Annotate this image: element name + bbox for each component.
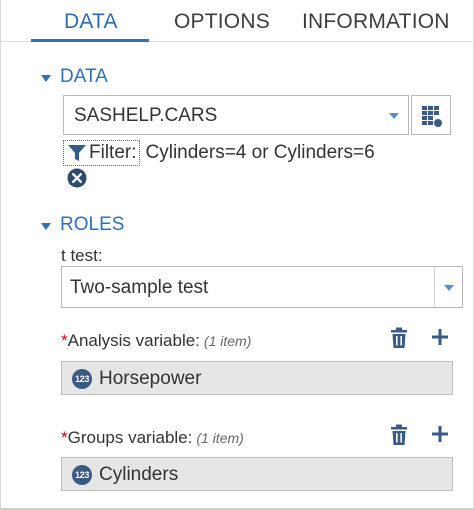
dataset-options-button[interactable] <box>411 95 451 135</box>
dataset-select[interactable]: SASHELP.CARS <box>63 95 409 135</box>
roles-section-title: ROLES <box>60 214 125 235</box>
groups-variable-label: *Groups variable: (1 item) <box>61 428 244 448</box>
collapse-caret-icon <box>41 222 51 230</box>
filter-funnel-icon <box>68 145 86 161</box>
analysis-variable-dropzone[interactable]: 123 Horsepower <box>61 361 453 395</box>
list-item[interactable]: 123 Cylinders <box>72 464 178 486</box>
tab-data[interactable]: DATA <box>64 10 118 34</box>
remove-filter-icon[interactable] <box>67 168 87 188</box>
active-tab-indicator <box>31 39 149 42</box>
numeric-variable-icon: 123 <box>72 465 92 485</box>
required-marker: * <box>61 331 68 350</box>
data-section-header[interactable]: DATA <box>41 66 108 88</box>
analysis-variable-value: Horsepower <box>99 368 202 389</box>
analysis-variable-label: *Analysis variable: (1 item) <box>61 331 251 351</box>
list-item[interactable]: 123 Horsepower <box>72 368 201 390</box>
collapse-caret-icon <box>41 74 51 82</box>
numeric-variable-icon: 123 <box>72 369 92 389</box>
tab-information[interactable]: INFORMATION <box>302 10 450 34</box>
filter-expression: Cylinders=4 or Cylinders=6 <box>145 142 375 163</box>
filter-link[interactable]: Filter: <box>63 140 140 166</box>
chevron-down-icon[interactable] <box>380 96 408 134</box>
trash-icon[interactable] <box>389 424 409 446</box>
roles-section-header[interactable]: ROLES <box>41 214 124 236</box>
filter-label: Filter: <box>89 142 137 163</box>
required-marker: * <box>61 428 68 447</box>
task-panel: DATA OPTIONS INFORMATION DATA SASHELP.CA… <box>0 0 474 510</box>
t-test-value: Two-sample test <box>70 277 209 298</box>
groups-variable-value: Cylinders <box>99 464 179 485</box>
tab-bar: DATA OPTIONS INFORMATION <box>1 0 474 42</box>
tab-options[interactable]: OPTIONS <box>174 10 270 34</box>
trash-icon[interactable] <box>389 327 409 349</box>
analysis-item-count: (1 item) <box>203 333 252 349</box>
dataset-value: SASHELP.CARS <box>74 105 218 126</box>
t-test-select[interactable]: Two-sample test <box>61 266 463 308</box>
data-section-title: DATA <box>60 66 108 87</box>
plus-icon[interactable] <box>430 327 450 347</box>
plus-icon[interactable] <box>430 424 450 444</box>
t-test-label: t test: <box>61 246 103 265</box>
filter-row: Filter: Cylinders=4 or Cylinders=6 <box>63 140 375 166</box>
groups-item-count: (1 item) <box>196 430 244 446</box>
groups-label-text: Groups variable: <box>67 428 193 447</box>
chevron-down-icon[interactable] <box>434 267 462 307</box>
table-options-icon <box>422 106 442 127</box>
analysis-label-text: Analysis variable: <box>67 331 200 350</box>
groups-variable-dropzone[interactable]: 123 Cylinders <box>61 457 453 491</box>
